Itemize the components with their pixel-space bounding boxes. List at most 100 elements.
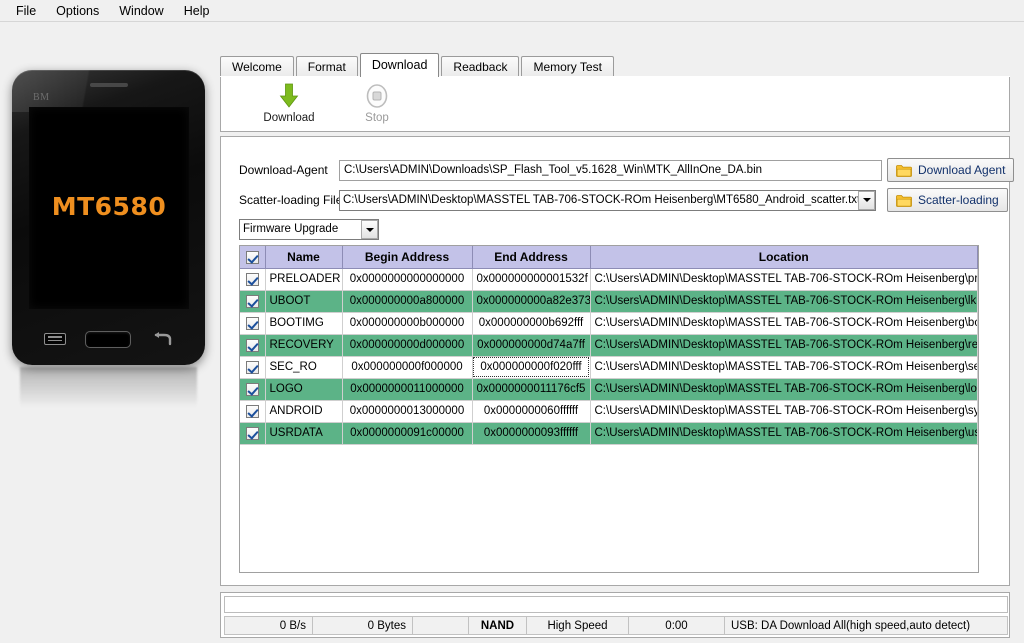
cell-location[interactable]: C:\Users\ADMIN\Desktop\MASSTEL TAB-706-S… [590, 312, 978, 335]
row-checkbox-cell[interactable] [240, 378, 266, 401]
row-checkbox[interactable] [245, 294, 259, 308]
cell-begin-address[interactable]: 0x000000000a800000 [342, 290, 473, 313]
toolbar: Download Stop [221, 76, 421, 130]
row-checkbox[interactable] [245, 382, 259, 396]
table-row[interactable]: LOGO 0x0000000011000000 0x0000000011176cf5… [240, 378, 978, 401]
table-row[interactable]: ANDROID 0x0000000013000000 0x0000000060fff… [240, 400, 978, 423]
menu-item-file[interactable]: File [6, 1, 46, 21]
cell-begin-address[interactable]: 0x0000000011000000 [342, 378, 473, 401]
row-checkbox-cell[interactable] [240, 290, 266, 313]
row-checkbox-cell[interactable] [240, 312, 266, 335]
download-mode-dropdown-button[interactable] [361, 220, 378, 239]
phone-gloss-overlay [12, 70, 205, 112]
row-checkbox-cell[interactable] [240, 356, 266, 379]
tab-panel-joint [220, 76, 1010, 77]
phone-screen: MT6580 [29, 107, 189, 309]
cell-location[interactable]: C:\Users\ADMIN\Desktop\MASSTEL TAB-706-S… [590, 268, 978, 291]
scatter-loading-browse-button[interactable]: Scatter-loading [887, 188, 1008, 212]
table-row[interactable]: UBOOT 0x000000000a800000 0x000000000a82e37… [240, 290, 978, 313]
table-row[interactable]: USRDATA 0x0000000091c00000 0x0000000093fff… [240, 422, 978, 445]
table-row[interactable]: BOOTIMG 0x000000000b000000 0x000000000b692… [240, 312, 978, 335]
download-agent-browse-label: Download Agent [918, 163, 1006, 177]
cell-location[interactable]: C:\Users\ADMIN\Desktop\MASSTEL TAB-706-S… [590, 378, 978, 401]
download-mode-combobox[interactable]: Firmware Upgrade [239, 219, 379, 240]
cell-begin-address[interactable]: 0x000000000b000000 [342, 312, 473, 335]
cell-location[interactable]: C:\Users\ADMIN\Desktop\MASSTEL TAB-706-S… [590, 400, 978, 423]
cell-end-address[interactable]: 0x0000000011176cf5 [472, 378, 591, 401]
content-area: Welcome Format Download Readback Memory … [215, 22, 1024, 643]
menu-item-window[interactable]: Window [109, 1, 173, 21]
menu-item-options[interactable]: Options [46, 1, 109, 21]
download-progress-bar [224, 596, 1008, 613]
cell-location[interactable]: C:\Users\ADMIN\Desktop\MASSTEL TAB-706-S… [590, 422, 978, 445]
cell-partition-name[interactable]: SEC_RO [265, 356, 343, 379]
cell-partition-name[interactable]: PRELOADER [265, 268, 343, 291]
cell-begin-address[interactable]: 0x0000000000000000 [342, 268, 473, 291]
cell-location[interactable]: C:\Users\ADMIN\Desktop\MASSTEL TAB-706-S… [590, 356, 978, 379]
cell-location[interactable]: C:\Users\ADMIN\Desktop\MASSTEL TAB-706-S… [590, 290, 978, 313]
cell-end-address[interactable]: 0x0000000060ffffff [472, 400, 591, 423]
scatter-file-combobox[interactable]: C:\Users\ADMIN\Desktop\MASSTEL TAB-706-S… [339, 189, 876, 211]
row-checkbox[interactable] [245, 404, 259, 418]
cell-begin-address[interactable]: 0x0000000013000000 [342, 400, 473, 423]
tab-memory-test[interactable]: Memory Test [521, 56, 614, 77]
column-header-select-all[interactable] [240, 246, 266, 269]
cell-begin-address[interactable]: 0x0000000091c00000 [342, 422, 473, 445]
menu-item-help[interactable]: Help [174, 1, 220, 21]
row-checkbox-cell[interactable] [240, 400, 266, 423]
cell-partition-name[interactable]: RECOVERY [265, 334, 343, 357]
table-row[interactable]: PRELOADER 0x0000000000000000 0x00000000000… [240, 268, 978, 291]
device-preview-panel: BM MT6580 [0, 22, 215, 643]
row-checkbox-cell[interactable] [240, 422, 266, 445]
partition-table[interactable]: Name Begin Address End Address Location … [239, 245, 979, 573]
window-bottom-strip [0, 638, 1024, 643]
row-checkbox[interactable] [245, 426, 259, 440]
row-checkbox[interactable] [245, 338, 259, 352]
column-header-name[interactable]: Name [265, 246, 343, 269]
stop-button[interactable]: Stop [333, 82, 421, 124]
table-row[interactable]: SEC_RO 0x000000000f000000 0x000000000f020f… [240, 356, 978, 379]
scatter-file-row: Scatter-loading File C:\Users\ADMIN\Desk… [239, 189, 999, 211]
status-usb-speed: High Speed [527, 617, 629, 634]
cell-end-address[interactable]: 0x000000000f020fff [472, 356, 591, 379]
cell-end-address[interactable]: 0x000000000001532f [472, 268, 591, 291]
phone-nav-bar [12, 323, 205, 355]
chevron-down-icon [365, 227, 374, 232]
tab-readback[interactable]: Readback [441, 56, 520, 77]
select-all-checkbox[interactable] [245, 250, 259, 264]
column-header-end-address[interactable]: End Address [472, 246, 591, 269]
cell-partition-name[interactable]: ANDROID [265, 400, 343, 423]
row-checkbox[interactable] [245, 272, 259, 286]
download-agent-browse-button[interactable]: Download Agent [887, 158, 1015, 182]
cell-location[interactable]: C:\Users\ADMIN\Desktop\MASSTEL TAB-706-S… [590, 334, 978, 357]
cell-begin-address[interactable]: 0x000000000f000000 [342, 356, 473, 379]
phone-speaker-icon [89, 83, 128, 87]
tab-format[interactable]: Format [295, 56, 358, 77]
cell-end-address[interactable]: 0x0000000093ffffff [472, 422, 591, 445]
row-checkbox[interactable] [245, 360, 259, 374]
tab-welcome[interactable]: Welcome [220, 56, 294, 77]
cell-partition-name[interactable]: BOOTIMG [265, 312, 343, 335]
row-checkbox[interactable] [245, 316, 259, 330]
chipset-label: MT6580 [51, 192, 167, 222]
cell-partition-name[interactable]: UBOOT [265, 290, 343, 313]
tab-download[interactable]: Download [359, 53, 440, 77]
table-row[interactable]: RECOVERY 0x000000000d000000 0x000000000d74… [240, 334, 978, 357]
download-mode-value: Firmware Upgrade [243, 223, 339, 235]
column-header-location[interactable]: Location [590, 246, 978, 269]
scatter-loading-browse-label: Scatter-loading [918, 193, 999, 207]
download-agent-input[interactable]: C:\Users\ADMIN\Downloads\SP_Flash_Tool_v… [339, 159, 882, 181]
cell-partition-name[interactable]: LOGO [265, 378, 343, 401]
cell-end-address[interactable]: 0x000000000d74a7ff [472, 334, 591, 357]
phone-brand-label: BM [33, 92, 50, 103]
scatter-file-dropdown-button[interactable] [858, 190, 875, 210]
cell-end-address[interactable]: 0x000000000b692fff [472, 312, 591, 335]
column-header-begin-address[interactable]: Begin Address [342, 246, 473, 269]
row-checkbox-cell[interactable] [240, 268, 266, 291]
download-button[interactable]: Download [245, 82, 333, 124]
progress-panel: 0 B/s 0 Bytes NAND High Speed 0:00 USB: … [220, 592, 1010, 638]
cell-end-address[interactable]: 0x000000000a82e373 [472, 290, 591, 313]
row-checkbox-cell[interactable] [240, 334, 266, 357]
cell-begin-address[interactable]: 0x000000000d000000 [342, 334, 473, 357]
cell-partition-name[interactable]: USRDATA [265, 422, 343, 445]
